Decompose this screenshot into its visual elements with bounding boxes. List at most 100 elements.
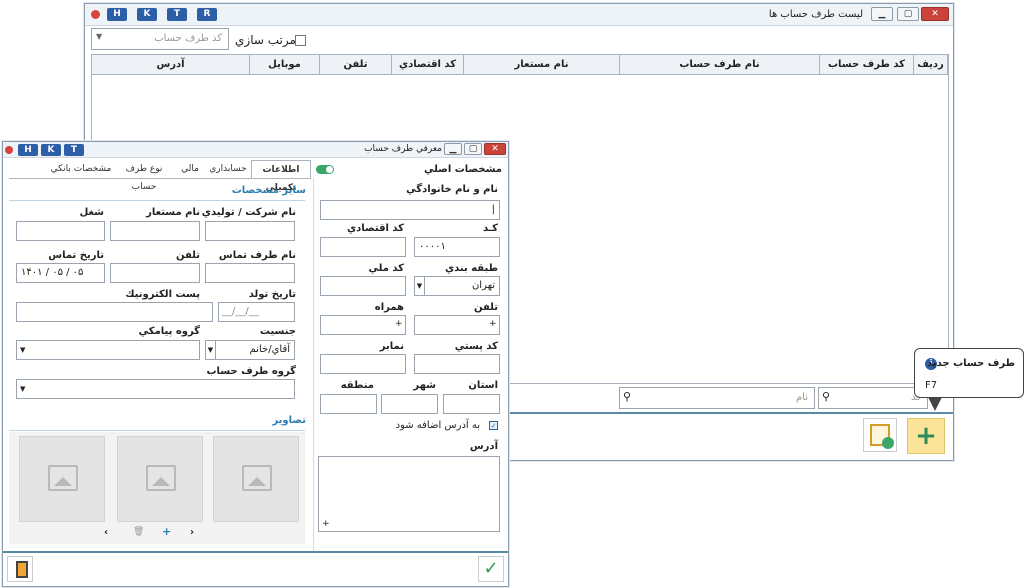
chevron-down-icon: ▼ [20, 385, 26, 393]
tab-divider [9, 178, 311, 179]
account-form-titlebar: H K T معرفي طرف حساب ▁ ▢ ✕ [3, 142, 508, 158]
hotkey-k-button[interactable]: K [41, 144, 61, 156]
grid-header: رديف كد طرف حساب نام طرف حساب نام مستعار… [92, 55, 948, 75]
chevron-left-icon[interactable]: ‹ [104, 527, 108, 538]
new-account-button[interactable]: + [907, 418, 945, 454]
alias-input[interactable] [110, 221, 200, 241]
gender-select[interactable]: آقاي/خانم [205, 340, 295, 360]
job-input[interactable] [16, 221, 105, 241]
sort-field-select[interactable]: ▼ كد طرف حساب [91, 28, 229, 50]
image-slot[interactable] [213, 436, 299, 522]
account-group-label: گروه طرف حساب [206, 366, 296, 377]
job-label: شغل [79, 207, 104, 218]
col-account-code[interactable]: كد طرف حساب [820, 55, 914, 75]
account-form-window: H K T معرفي طرف حساب ▁ ▢ ✕ مشخصات اصلي ا… [2, 141, 509, 587]
col-alias[interactable]: نام مستعار [464, 55, 620, 75]
add-image-icon[interactable]: + [162, 525, 171, 538]
city-input[interactable] [381, 394, 438, 414]
hotkey-k-button[interactable]: K [137, 8, 157, 21]
col-address[interactable]: آدرس [92, 55, 250, 75]
tab-accounting[interactable]: حسابداري [205, 160, 251, 178]
fax-input[interactable] [320, 354, 406, 374]
hotkey-r-button[interactable]: R [197, 8, 217, 21]
fax-label: نمابر [379, 341, 404, 352]
hotkey-t-button[interactable]: T [167, 8, 187, 21]
hotkey-t-button[interactable]: T [64, 144, 84, 156]
contact-date-input[interactable]: ۱۴۰۱ / ۰۵ / ۰۵ [16, 263, 105, 283]
toggle-switch[interactable] [316, 165, 334, 174]
report-button[interactable] [863, 418, 897, 452]
sort-checkbox[interactable] [295, 35, 306, 46]
region-input[interactable] [320, 394, 377, 414]
full-name-input[interactable]: | [320, 200, 500, 220]
contact-name-input[interactable] [205, 263, 295, 283]
sms-group-select[interactable]: ▼ [16, 340, 200, 360]
postal-code-input[interactable] [414, 354, 500, 374]
postal-code-label: كد پستي [454, 341, 498, 352]
plus-icon[interactable]: + [322, 519, 330, 529]
category-select[interactable]: تهران [414, 276, 500, 296]
add-to-address-checkbox[interactable]: ✓ [489, 421, 498, 430]
economic-code-input[interactable] [320, 237, 406, 257]
minimize-button[interactable]: ▁ [871, 7, 893, 21]
filter-code-input[interactable]: ⚲ كد [818, 387, 928, 409]
col-row-number[interactable]: رديف [914, 55, 948, 75]
address-textarea[interactable]: + [318, 456, 500, 532]
hotkey-h-button[interactable]: H [107, 8, 127, 21]
sms-group-label: گروه پيامكي [138, 326, 200, 337]
col-account-name[interactable]: نام طرف حساب [620, 55, 820, 75]
phone-input[interactable]: + [414, 315, 500, 335]
province-label: استان [468, 380, 498, 391]
image-placeholder-icon [48, 465, 78, 491]
code-input[interactable]: ۰۰۰۰۱ [414, 237, 500, 257]
phone-label: تلفن [473, 302, 498, 313]
gender-dropdown-button[interactable]: ▼ [205, 340, 216, 360]
tooltip-title: طرف حساب جديد [927, 358, 1015, 369]
plus-icon[interactable]: + [489, 319, 497, 329]
full-name-value: | [491, 204, 495, 215]
image-slot[interactable] [19, 436, 105, 522]
maximize-button[interactable]: ▢ [464, 143, 482, 155]
form-bottom-divider [3, 551, 508, 553]
chevron-right-icon[interactable]: › [190, 527, 194, 538]
national-code-input[interactable] [320, 276, 406, 296]
gender-label: جنسيت [259, 326, 296, 337]
image-slot[interactable] [117, 436, 203, 522]
other-info-divider [9, 200, 305, 201]
email-input[interactable] [16, 302, 213, 322]
mobile-input[interactable]: + [320, 315, 406, 335]
plus-icon[interactable]: + [395, 319, 403, 329]
province-input[interactable] [443, 394, 500, 414]
other-info-title: ساير مشخصات [231, 185, 306, 196]
col-economic-code[interactable]: كد اقتصادي [392, 55, 464, 75]
close-button[interactable]: ✕ [484, 143, 506, 155]
category-dropdown-button[interactable]: ▼ [414, 276, 425, 296]
contact-phone-input[interactable] [110, 263, 200, 283]
tab-account-type[interactable]: نوع طرف حساب [113, 160, 175, 192]
window-dot-icon [91, 10, 100, 19]
tab-bank-info[interactable]: مشخصات بانكي [49, 160, 113, 178]
maximize-button[interactable]: ▢ [897, 7, 919, 21]
birth-date-input[interactable]: __/__/__ [218, 302, 295, 322]
filter-name-input[interactable]: ⚲ نام [619, 387, 815, 409]
exit-button[interactable] [7, 556, 33, 582]
col-phone[interactable]: تلفن [320, 55, 392, 75]
col-mobile[interactable]: موبايل [250, 55, 320, 75]
category-label: طبقه بندي [444, 263, 498, 274]
close-button[interactable]: ✕ [921, 7, 949, 21]
gender-value: آقاي/خانم [249, 344, 290, 355]
birth-date-label: تاريخ تولد [248, 289, 296, 300]
national-code-label: كد ملي [368, 263, 404, 274]
trash-icon[interactable]: 🗑 [133, 527, 144, 537]
images-panel: ‹ 🗑 + › [9, 432, 305, 544]
tab-financial[interactable]: مالي [175, 160, 205, 178]
account-group-select[interactable]: ▼ [16, 379, 295, 399]
company-input[interactable] [205, 221, 295, 241]
tooltip-shortcut: F7 [925, 380, 938, 391]
save-button[interactable]: ✓ [478, 556, 504, 582]
sort-field-placeholder: كد طرف حساب [154, 33, 222, 44]
contact-date-label: تاريخ تماس [48, 250, 104, 261]
hotkey-h-button[interactable]: H [18, 144, 38, 156]
minimize-button[interactable]: ▁ [444, 143, 462, 155]
tab-supplementary[interactable]: اطلاعات تكميلي [251, 160, 311, 193]
